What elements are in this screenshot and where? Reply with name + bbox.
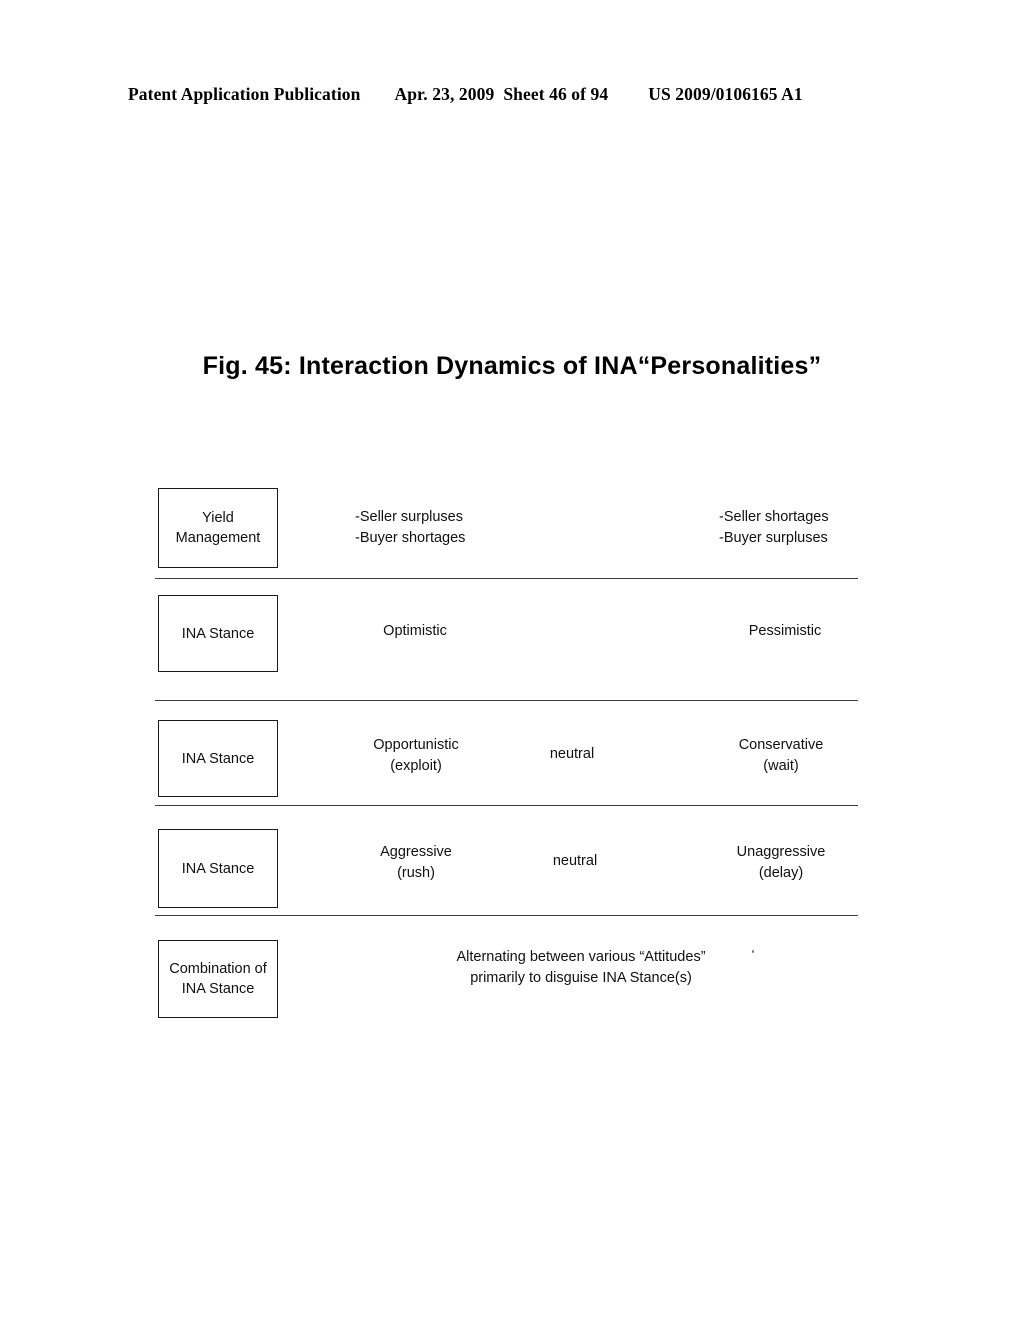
row-center-text-ina-stance-aggression: neutral [552, 853, 598, 869]
row-center-text-combination-of-ina-stance: Alternating between various “Attitudes” … [456, 949, 706, 986]
row-separator-4 [155, 915, 858, 916]
interaction-dynamics-diagram: Yield Management -Seller surpluses -Buye… [0, 0, 1024, 1320]
row-label-box-yield-management: Yield Management [158, 488, 278, 568]
row-separator-2 [155, 700, 858, 701]
scan-artifact-speck [752, 950, 754, 953]
row-separator-3 [155, 805, 858, 806]
row-label-box-ina-stance-aggression: INA Stance [158, 829, 278, 908]
row-separator-1 [155, 578, 858, 579]
row-left-text-ina-stance-aggression: Aggressive (rush) [380, 844, 452, 881]
row-right-text-ina-stance-opportunism: Conservative (wait) [738, 737, 824, 774]
row-left-text-ina-stance-optimism: Optimistic [383, 623, 447, 639]
row-label-box-ina-stance-opportunism: INA Stance [158, 720, 278, 797]
row-left-text-ina-stance-opportunism: Opportunistic (exploit) [373, 737, 459, 774]
row-left-text-yield-management: -Seller surpluses -Buyer shortages [355, 509, 466, 546]
row-right-text-yield-management: -Seller shortages -Buyer surpluses [719, 509, 829, 546]
row-center-text-ina-stance-opportunism: neutral [549, 746, 595, 762]
row-right-text-ina-stance-optimism: Pessimistic [748, 623, 822, 639]
row-label-box-ina-stance-optimism: INA Stance [158, 595, 278, 672]
row-right-text-ina-stance-aggression: Unaggressive (delay) [736, 844, 826, 881]
row-label-box-combination-of-ina-stance: Combination of INA Stance [158, 940, 278, 1018]
